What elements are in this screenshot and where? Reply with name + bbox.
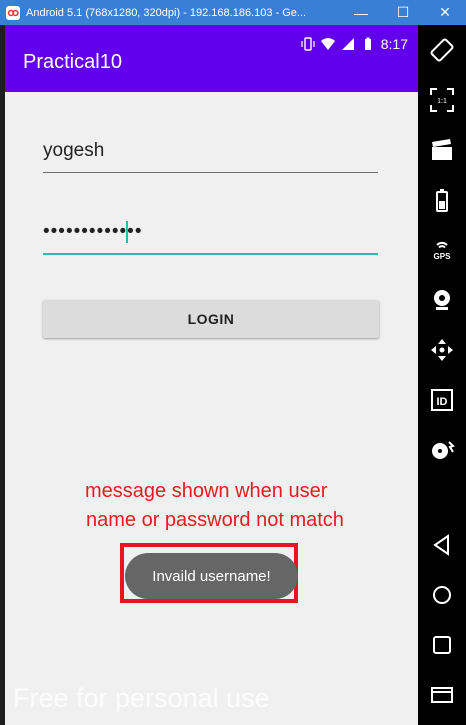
username-field[interactable] bbox=[43, 132, 378, 173]
home-circle-icon bbox=[433, 586, 451, 604]
battery-icon bbox=[436, 189, 448, 212]
clapperboard-icon bbox=[432, 139, 452, 160]
gps-button[interactable]: GPS bbox=[418, 225, 466, 275]
scale-icon: 1:1 bbox=[430, 88, 454, 112]
rotate-button[interactable] bbox=[418, 25, 466, 75]
status-bar: 8:17 bbox=[301, 35, 408, 53]
rotate-icon bbox=[430, 38, 454, 62]
menu-icon bbox=[431, 687, 453, 703]
home-button[interactable] bbox=[418, 570, 466, 620]
dpad-icon bbox=[431, 339, 453, 361]
back-button[interactable] bbox=[418, 520, 466, 570]
vibrate-icon bbox=[301, 37, 315, 51]
gps-icon: GPS bbox=[434, 241, 452, 261]
close-button[interactable]: ✕ bbox=[424, 0, 466, 25]
gps-label: GPS bbox=[434, 252, 452, 261]
screencast-button[interactable] bbox=[418, 125, 466, 175]
annotation-line-2: name or password not match bbox=[86, 509, 344, 531]
text-cursor bbox=[126, 221, 128, 243]
window-titlebar: Android 5.1 (768x1280, 320dpi) - 192.168… bbox=[0, 0, 466, 25]
remote-control-button[interactable] bbox=[418, 325, 466, 375]
status-time: 8:17 bbox=[380, 36, 408, 52]
watermark: Free for personal use bbox=[13, 683, 270, 713]
webcam-icon bbox=[434, 290, 450, 310]
camera-button[interactable] bbox=[418, 275, 466, 325]
recent-apps-button[interactable] bbox=[418, 620, 466, 670]
emulator-toolbar: 1:1 GPS ID bbox=[418, 25, 466, 725]
recent-square-icon bbox=[433, 636, 451, 654]
id-icon: ID bbox=[431, 389, 453, 411]
signal-icon bbox=[341, 38, 354, 50]
app-bar: 8:17 Practical10 bbox=[5, 25, 418, 92]
app-title: Practical10 bbox=[23, 51, 122, 73]
minimize-button[interactable]: — bbox=[340, 0, 382, 25]
battery-icon bbox=[364, 37, 371, 50]
password-field[interactable] bbox=[43, 213, 378, 255]
login-button[interactable]: LOGIN bbox=[43, 300, 379, 338]
maximize-button[interactable]: ☐ bbox=[382, 0, 424, 25]
identifiers-button[interactable]: ID bbox=[418, 375, 466, 425]
scale-label: 1:1 bbox=[437, 98, 447, 105]
annotation-text: message shown when user name or password… bbox=[85, 477, 405, 535]
emulator-screen: 8:17 Practical10 LOGIN message shown whe… bbox=[5, 25, 418, 725]
pixel-perfect-button[interactable]: 1:1 bbox=[418, 75, 466, 125]
annotation-line-1: message shown when user bbox=[85, 480, 328, 502]
wifi-icon bbox=[320, 38, 335, 50]
menu-button[interactable] bbox=[418, 670, 466, 720]
toast-message: Invaild username! bbox=[125, 553, 298, 599]
back-triangle-icon bbox=[433, 534, 449, 556]
window-title: Android 5.1 (768x1280, 320dpi) - 192.168… bbox=[26, 6, 307, 19]
id-label: ID bbox=[437, 396, 448, 408]
disk-icon bbox=[432, 441, 455, 459]
genymotion-app-icon bbox=[6, 5, 20, 20]
disk-io-button[interactable] bbox=[418, 425, 466, 475]
battery-button[interactable] bbox=[418, 175, 466, 225]
